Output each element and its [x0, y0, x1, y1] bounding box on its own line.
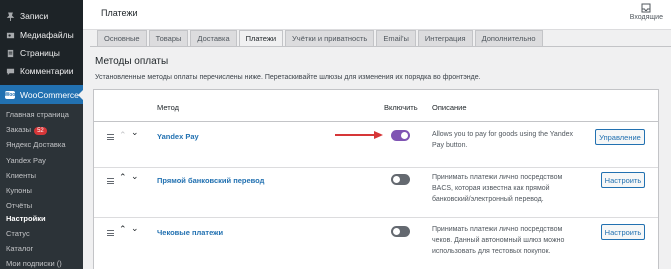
move-down-icon[interactable]: ⌄: [131, 128, 139, 137]
gateway-description: Принимать платежи лично посредством чеко…: [432, 226, 565, 255]
inbox-button[interactable]: Входящие: [630, 3, 663, 21]
submenu-item-label: Заказы: [6, 125, 32, 134]
submenu-item-status[interactable]: Статус: [6, 229, 30, 238]
gateway-enabled-toggle[interactable]: [391, 226, 410, 237]
gateway-enabled-toggle[interactable]: [391, 174, 410, 185]
submenu-item-yandex-pay[interactable]: Yandex Pay: [6, 156, 46, 165]
annotation-arrow-icon: [335, 131, 383, 139]
menu-item-label: Комментарии: [20, 66, 74, 76]
tab-emails[interactable]: Email'ы: [376, 30, 416, 46]
gateway-description: Allows you to pay for goods using the Ya…: [432, 131, 573, 149]
manage-button[interactable]: Управление: [595, 129, 645, 145]
submenu-item-settings[interactable]: Настройки: [6, 214, 46, 223]
menu-item-woocommerce[interactable]: Woo WooCommerce: [0, 85, 83, 104]
submenu-item-subscriptions[interactable]: Мои подписки (): [6, 259, 62, 268]
move-up-icon[interactable]: ⌃: [119, 225, 127, 234]
tabs-divider: [90, 46, 671, 47]
move-up-icon[interactable]: ⌃: [119, 173, 127, 182]
pushpin-icon: [5, 11, 15, 21]
submenu-item-orders[interactable]: Заказы 52: [6, 125, 47, 135]
tab-products[interactable]: Товары: [148, 30, 189, 46]
admin-sidebar: Записи Медиафайлы Страницы Комментарии W…: [0, 0, 83, 269]
move-up-icon[interactable]: ⌃: [119, 131, 127, 140]
submenu-item-yandex-delivery[interactable]: Яндекс Доставка: [6, 140, 66, 149]
submenu-item-reports[interactable]: Отчёты: [6, 201, 32, 210]
inbox-icon: [641, 3, 651, 13]
submenu-item-home[interactable]: Главная страница: [6, 110, 69, 119]
page-title: Платежи: [101, 8, 138, 18]
column-header-method: Метод: [157, 103, 179, 112]
submenu-item-customers[interactable]: Клиенты: [6, 171, 36, 180]
menu-item-comments[interactable]: Комментарии: [0, 62, 83, 80]
menu-item-label: WooCommerce: [20, 89, 79, 100]
comments-icon: [5, 66, 15, 76]
pages-icon: [5, 48, 15, 58]
tab-general[interactable]: Основные: [97, 30, 147, 46]
woocommerce-logo-icon: Woo: [4, 90, 16, 99]
menu-item-media[interactable]: Медиафайлы: [0, 26, 83, 44]
settings-tabs: Основные Товары Доставка Платежи Учётки …: [97, 30, 545, 46]
section-description: Установленные методы оплаты перечислены …: [95, 74, 481, 81]
table-row: ⌃ ⌄ Yandex Pay Allows you to pay for goo…: [94, 122, 658, 167]
gateway-name-link[interactable]: Прямой банковский перевод: [157, 176, 264, 185]
menu-item-label: Записи: [20, 11, 49, 21]
table-row: ⌃ ⌄ Чековые платежи Принимать платежи ли…: [94, 218, 658, 269]
column-header-enabled: Включить: [384, 103, 418, 112]
tab-accounts-privacy[interactable]: Учётки и приватность: [285, 30, 375, 46]
menu-item-posts[interactable]: Записи: [0, 7, 83, 25]
gateway-enabled-toggle[interactable]: [391, 130, 410, 141]
gateway-description: Принимать платежи лично посредством BACS…: [432, 174, 563, 203]
menu-item-pages[interactable]: Страницы: [0, 44, 83, 62]
column-header-description: Описание: [432, 103, 467, 112]
drag-handle-icon[interactable]: [107, 230, 114, 238]
woocommerce-submenu: Главная страница Заказы 52 Яндекс Доставк…: [0, 104, 83, 269]
setup-button[interactable]: Настроить: [601, 224, 645, 240]
page-header: Платежи Входящие: [83, 0, 671, 30]
section-title: Методы оплаты: [95, 56, 169, 67]
move-down-icon[interactable]: ⌄: [131, 172, 139, 181]
payment-gateways-table: Метод Включить Описание ⌃ ⌄ Yandex Pay A…: [93, 89, 659, 269]
menu-item-label: Страницы: [20, 48, 60, 58]
menu-item-label: Медиафайлы: [20, 30, 74, 40]
inbox-label: Входящие: [629, 14, 663, 21]
tab-payments[interactable]: Платежи: [238, 30, 284, 46]
orders-count-badge: 52: [34, 127, 47, 135]
setup-button[interactable]: Настроить: [601, 172, 645, 188]
gateway-name-link[interactable]: Чековые платежи: [157, 228, 223, 237]
drag-handle-icon[interactable]: [107, 134, 114, 142]
tab-shipping[interactable]: Доставка: [190, 30, 237, 46]
media-icon: [5, 30, 15, 40]
move-down-icon[interactable]: ⌄: [131, 224, 139, 233]
tab-advanced[interactable]: Дополнительно: [474, 30, 543, 46]
gateway-name-link[interactable]: Yandex Pay: [157, 132, 199, 141]
submenu-item-coupons[interactable]: Купоны: [6, 186, 32, 195]
table-row: ⌃ ⌄ Прямой банковский перевод Принимать …: [94, 168, 658, 218]
drag-handle-icon[interactable]: [107, 178, 114, 186]
tab-integration[interactable]: Интеграция: [417, 30, 473, 46]
submenu-item-catalog[interactable]: Каталог: [6, 244, 33, 253]
